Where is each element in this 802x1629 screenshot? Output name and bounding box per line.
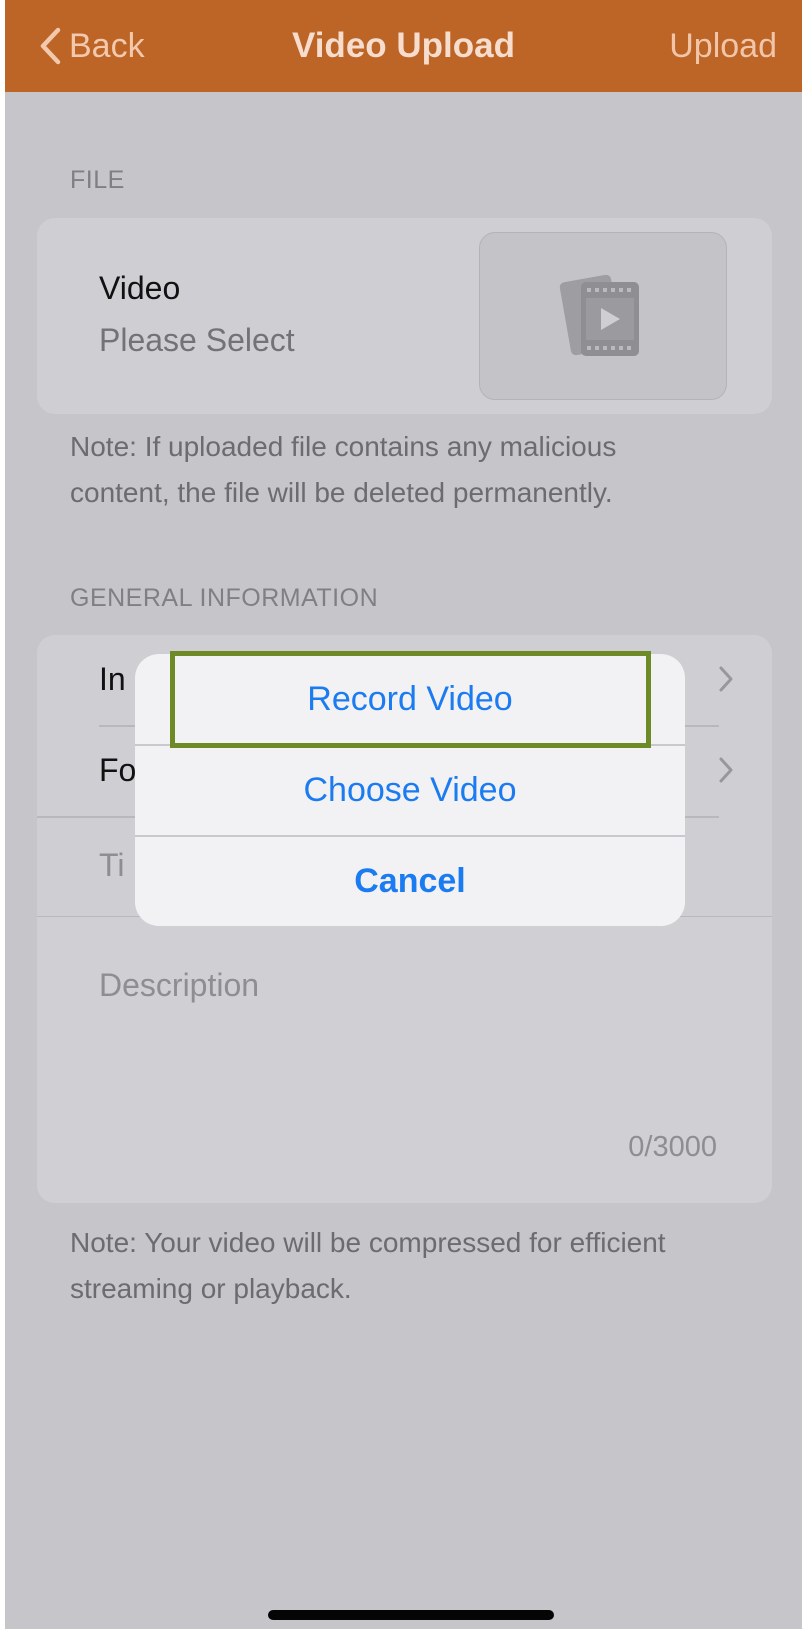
cancel-button[interactable]: Cancel xyxy=(135,836,685,926)
video-label: Video xyxy=(99,270,181,306)
video-value: Please Select xyxy=(99,322,295,358)
title-field-placeholder: Ti xyxy=(99,847,125,883)
description-counter: 0/3000 xyxy=(628,1131,717,1163)
general-section-header: GENERAL INFORMATION xyxy=(70,584,379,612)
video-thumbnail[interactable] xyxy=(479,232,727,400)
home-indicator xyxy=(268,1610,554,1620)
compression-note: Note: Your video will be compressed for … xyxy=(70,1227,666,1304)
description-placeholder: Description xyxy=(99,967,260,1003)
info-row-2-label: Fo xyxy=(99,752,137,788)
chevron-right-icon xyxy=(718,756,734,789)
description-textarea[interactable]: Description 0/3000 xyxy=(37,917,772,1203)
video-gallery-icon xyxy=(553,264,653,369)
choose-video-button[interactable]: Choose Video xyxy=(135,745,685,835)
screen: Back Video Upload Upload FILE Video Plea… xyxy=(5,0,802,1629)
highlight-box xyxy=(170,651,651,748)
video-select-card[interactable]: Video Please Select xyxy=(37,218,772,414)
info-row-1-label: In xyxy=(99,661,126,697)
navigation-bar: Back Video Upload Upload xyxy=(5,0,802,92)
chevron-right-icon xyxy=(718,665,734,698)
file-note: Note: If uploaded file contains any mali… xyxy=(70,431,617,508)
upload-button[interactable]: Upload xyxy=(669,24,777,68)
file-section-header: FILE xyxy=(70,166,125,194)
